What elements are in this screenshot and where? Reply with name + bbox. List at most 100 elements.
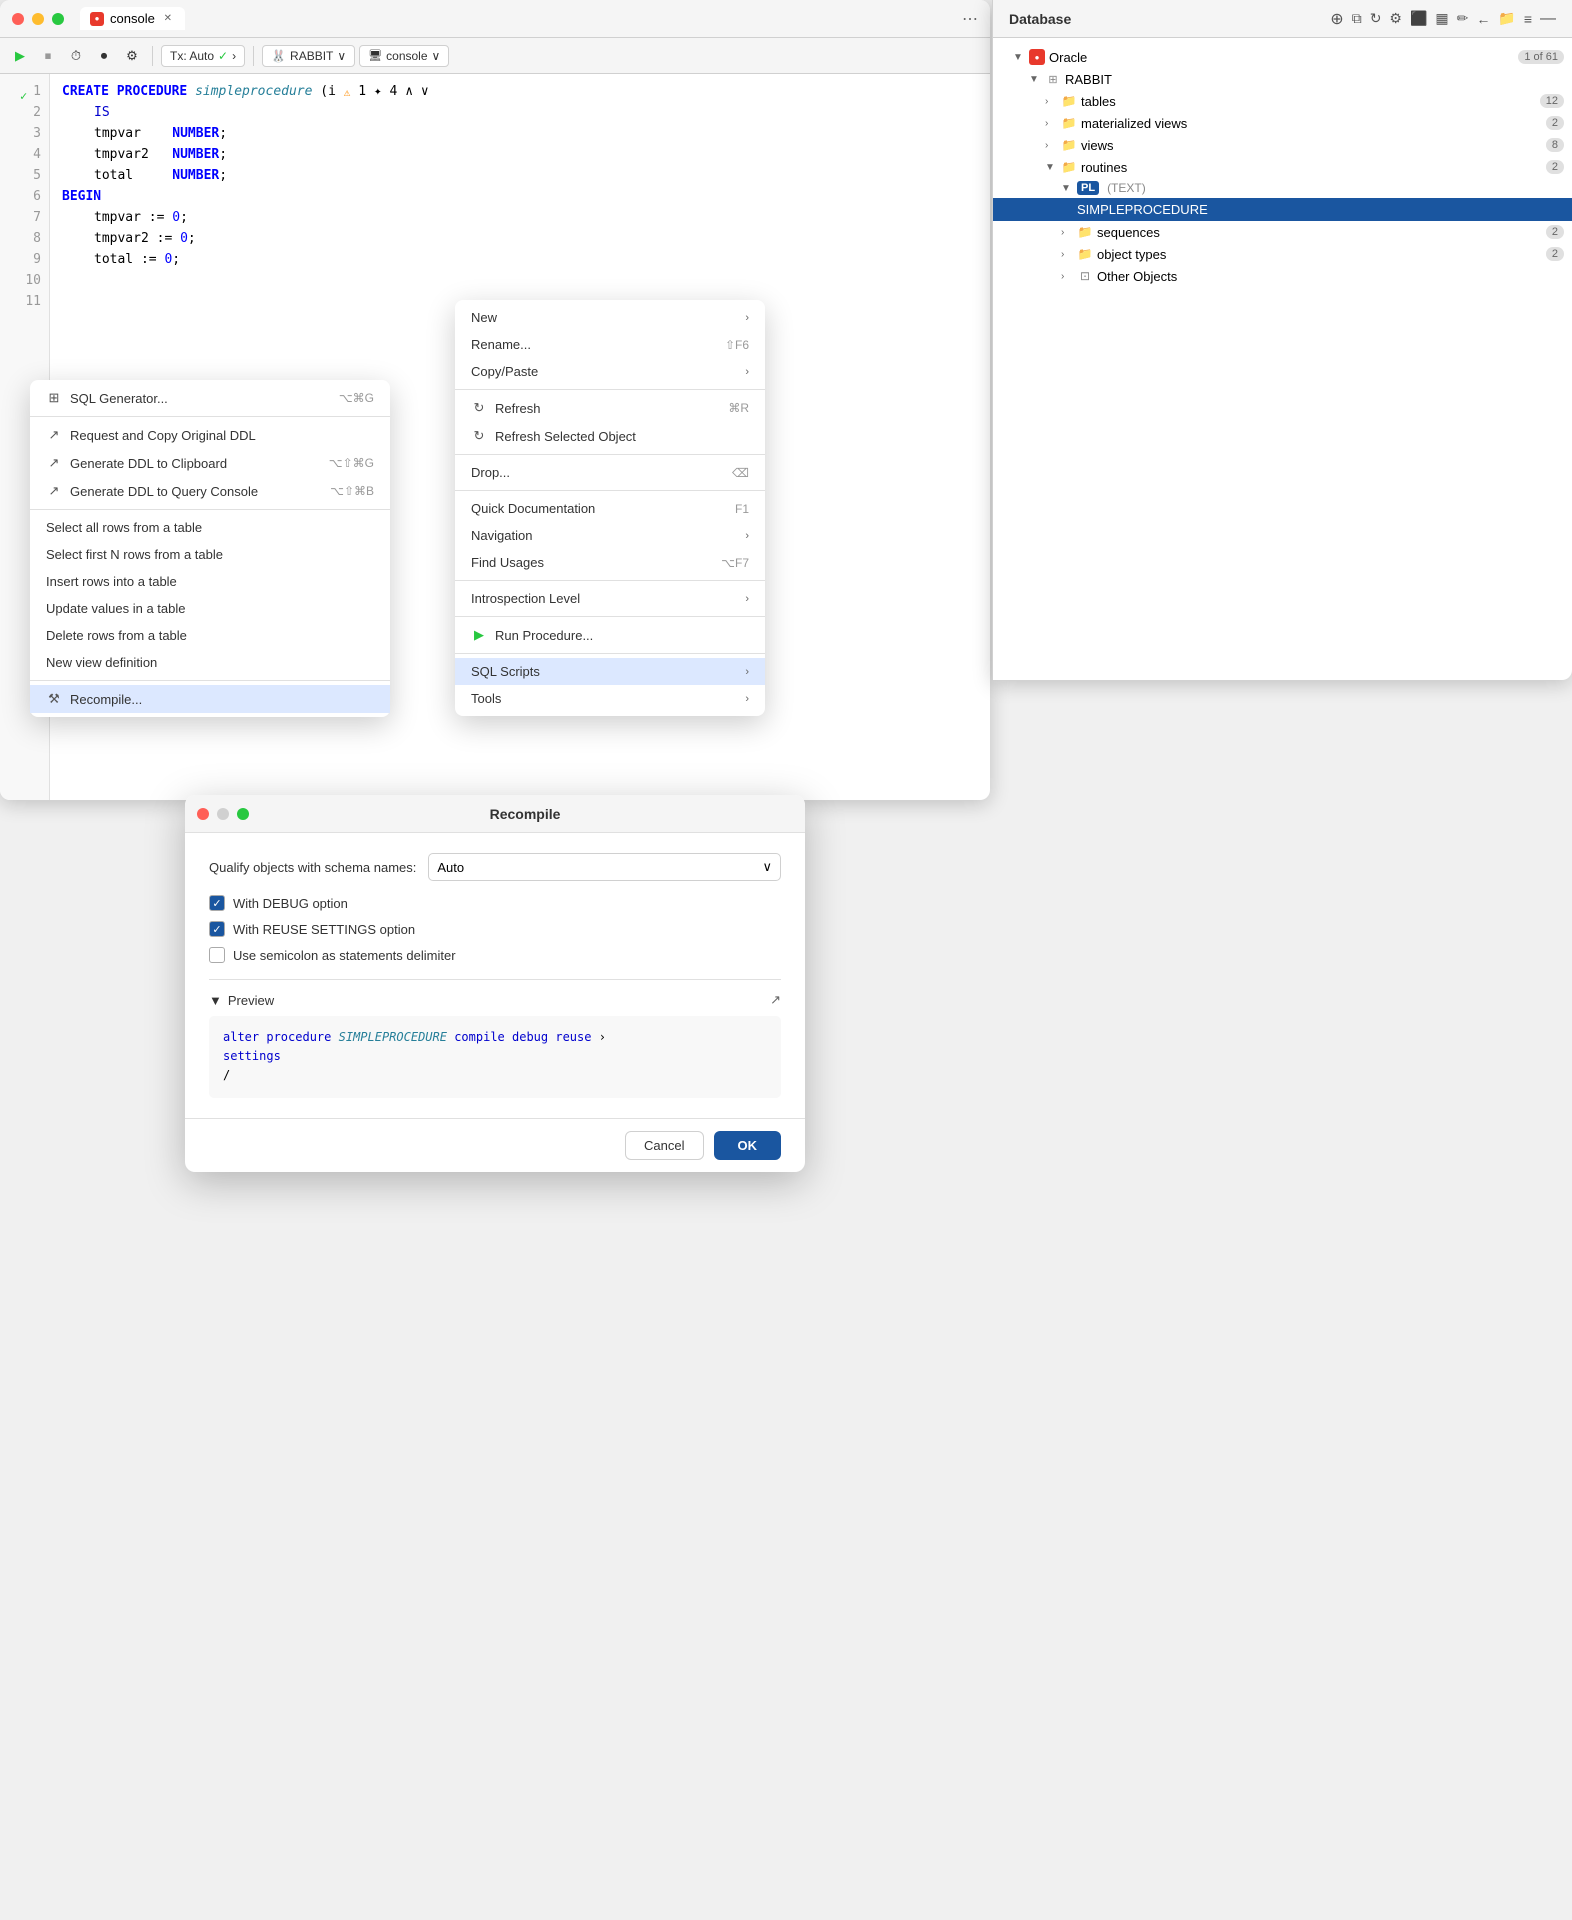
- menu-recompile[interactable]: ⚒ Recompile...: [30, 685, 390, 713]
- traffic-light-green[interactable]: [52, 13, 64, 25]
- menu-delete-rows[interactable]: Delete rows from a table: [30, 622, 390, 649]
- more-icon[interactable]: ⋯: [962, 9, 978, 29]
- menu-refresh[interactable]: ↻ Refresh ⌘R: [455, 394, 765, 422]
- db-refresh-icon[interactable]: ↻: [1370, 10, 1382, 27]
- db-back-icon[interactable]: ←: [1476, 11, 1490, 27]
- dialog-tl-green[interactable]: [237, 808, 249, 820]
- recompile-dialog: Recompile Qualify objects with schema na…: [185, 795, 805, 1172]
- menu-sep-2: [30, 509, 390, 510]
- menu-new-view[interactable]: New view definition: [30, 649, 390, 676]
- code-line-7: tmpvar := 0;: [62, 208, 978, 229]
- routines-badge: 2: [1546, 160, 1564, 174]
- record-button[interactable]: ⏺: [92, 44, 116, 68]
- line-4: 4: [8, 145, 41, 166]
- oracle-item[interactable]: ▼ ● Oracle 1 of 61: [993, 46, 1572, 68]
- menu-tools[interactable]: Tools ›: [455, 685, 765, 712]
- menu-insert-rows[interactable]: Insert rows into a table: [30, 568, 390, 595]
- db-filter-icon[interactable]: ≡: [1524, 11, 1532, 27]
- reuse-checkbox[interactable]: ✓: [209, 921, 225, 937]
- object-types-item[interactable]: › 📁 object types 2: [993, 243, 1572, 265]
- quick-doc-label: Quick Documentation: [471, 501, 595, 516]
- preview-toggle[interactable]: ▼ Preview: [209, 993, 274, 1008]
- console-dropdown[interactable]: 🖥 console ∨: [359, 45, 449, 67]
- traffic-light-yellow[interactable]: [32, 13, 44, 25]
- refresh-label: Refresh: [495, 401, 541, 416]
- other-objects-label: Other Objects: [1097, 269, 1564, 284]
- select-all-rows-label: Select all rows from a table: [46, 520, 202, 535]
- tables-item[interactable]: › 📁 tables 12: [993, 90, 1572, 112]
- rabbit-item[interactable]: ▼ ⊞ RABBIT: [993, 68, 1572, 90]
- menu-quick-doc[interactable]: Quick Documentation F1: [455, 495, 765, 522]
- oracle-badge: 1 of 61: [1518, 50, 1564, 64]
- code-line-9: total := 0;: [62, 250, 978, 271]
- cancel-button[interactable]: Cancel: [625, 1131, 703, 1160]
- menu-drop[interactable]: Drop... ⌫: [455, 459, 765, 486]
- tables-label: tables: [1081, 94, 1532, 109]
- ok-button[interactable]: OK: [714, 1131, 782, 1160]
- menu-request-ddl[interactable]: ↗ Request and Copy Original DDL: [30, 421, 390, 449]
- menu-select-first-n[interactable]: Select first N rows from a table: [30, 541, 390, 568]
- menu-sql-generator[interactable]: ⊞ SQL Generator... ⌥⌘G: [30, 384, 390, 412]
- qualify-dropdown[interactable]: Auto ∨: [428, 853, 781, 881]
- preview-line-3: /: [223, 1066, 767, 1085]
- db-settings-icon[interactable]: ⚙: [1389, 10, 1402, 27]
- preview-code: alter procedure SIMPLEPROCEDURE compile …: [209, 1016, 781, 1098]
- separator-1: [152, 46, 153, 66]
- stop-button[interactable]: ⏹: [36, 44, 60, 68]
- dialog-tl-yellow[interactable]: [217, 808, 229, 820]
- console-tab[interactable]: ● console ✕: [80, 7, 185, 30]
- menu-gen-ddl-console[interactable]: ↗ Generate DDL to Query Console ⌥⇧⌘B: [30, 477, 390, 505]
- other-objects-icon: ⊡: [1077, 268, 1093, 284]
- menu-run-procedure[interactable]: ▶ Run Procedure...: [455, 621, 765, 649]
- mat-views-item[interactable]: › 📁 materialized views 2: [993, 112, 1572, 134]
- db-add-icon[interactable]: ⊕: [1330, 9, 1343, 29]
- menu-rename[interactable]: Rename... ⇧F6: [455, 331, 765, 358]
- tables-folder-icon: 📁: [1061, 93, 1077, 109]
- menu-sql-scripts[interactable]: SQL Scripts ›: [455, 658, 765, 685]
- console-tab-close[interactable]: ✕: [161, 12, 175, 26]
- db-history-icon[interactable]: 📁: [1498, 10, 1515, 27]
- traffic-light-red[interactable]: [12, 13, 24, 25]
- menu-update-values[interactable]: Update values in a table: [30, 595, 390, 622]
- code-is: IS: [62, 103, 110, 124]
- preview-expand-icon[interactable]: ↗: [770, 992, 781, 1008]
- sequences-label: sequences: [1097, 225, 1538, 240]
- sequences-item[interactable]: › 📁 sequences 2: [993, 221, 1572, 243]
- menu-select-all-rows[interactable]: Select all rows from a table: [30, 514, 390, 541]
- debug-checkbox[interactable]: ✓: [209, 895, 225, 911]
- routines-item[interactable]: ▼ 📁 routines 2: [993, 156, 1572, 178]
- run-button[interactable]: ▶: [8, 44, 32, 68]
- insert-rows-label: Insert rows into a table: [46, 574, 177, 589]
- pl-item[interactable]: ▼ PL (TEXT): [993, 178, 1572, 198]
- settings-button[interactable]: ⚙: [120, 44, 144, 68]
- simpleprocedure-item[interactable]: SIMPLEPROCEDURE: [993, 198, 1572, 221]
- line-2-num: 2: [33, 103, 41, 124]
- db-edit-icon[interactable]: ✏: [1457, 10, 1469, 27]
- views-item[interactable]: › 📁 views 8: [993, 134, 1572, 156]
- menu-find-usages[interactable]: Find Usages ⌥F7: [455, 549, 765, 576]
- dialog-title: Recompile: [257, 806, 793, 822]
- line-4-num: 4: [33, 145, 41, 166]
- clock-button[interactable]: ⏱: [64, 44, 88, 68]
- menu-refresh-selected[interactable]: ↻ Refresh Selected Object: [455, 422, 765, 450]
- menu-new[interactable]: New ›: [455, 304, 765, 331]
- menu-navigation[interactable]: Navigation ›: [455, 522, 765, 549]
- code-rest: 1 ✦ 4 ∧ ∨: [350, 82, 428, 103]
- preview-continuation: ›: [599, 1030, 606, 1044]
- db-copy-icon[interactable]: ⧉: [1352, 10, 1362, 27]
- line-1-num: 1: [33, 82, 41, 103]
- menu-introspection[interactable]: Introspection Level ›: [455, 585, 765, 612]
- find-usages-label: Find Usages: [471, 555, 544, 570]
- db-alert-icon[interactable]: ⬛: [1410, 10, 1427, 27]
- dialog-tl-red[interactable]: [197, 808, 209, 820]
- rabbit-dropdown[interactable]: 🐰 RABBIT ∨: [262, 45, 355, 67]
- db-minimize-icon[interactable]: —: [1540, 10, 1556, 28]
- menu-copy-paste[interactable]: Copy/Paste ›: [455, 358, 765, 385]
- db-table-icon[interactable]: ▦: [1435, 10, 1448, 27]
- tx-dropdown[interactable]: Tx: Auto ✓ ›: [161, 45, 245, 67]
- tab-area: ● console ✕: [80, 7, 954, 30]
- menu-gen-ddl-clipboard[interactable]: ↗ Generate DDL to Clipboard ⌥⇧⌘G: [30, 449, 390, 477]
- dialog-body: Qualify objects with schema names: Auto …: [185, 833, 805, 1118]
- other-objects-item[interactable]: › ⊡ Other Objects: [993, 265, 1572, 287]
- semicolon-checkbox[interactable]: [209, 947, 225, 963]
